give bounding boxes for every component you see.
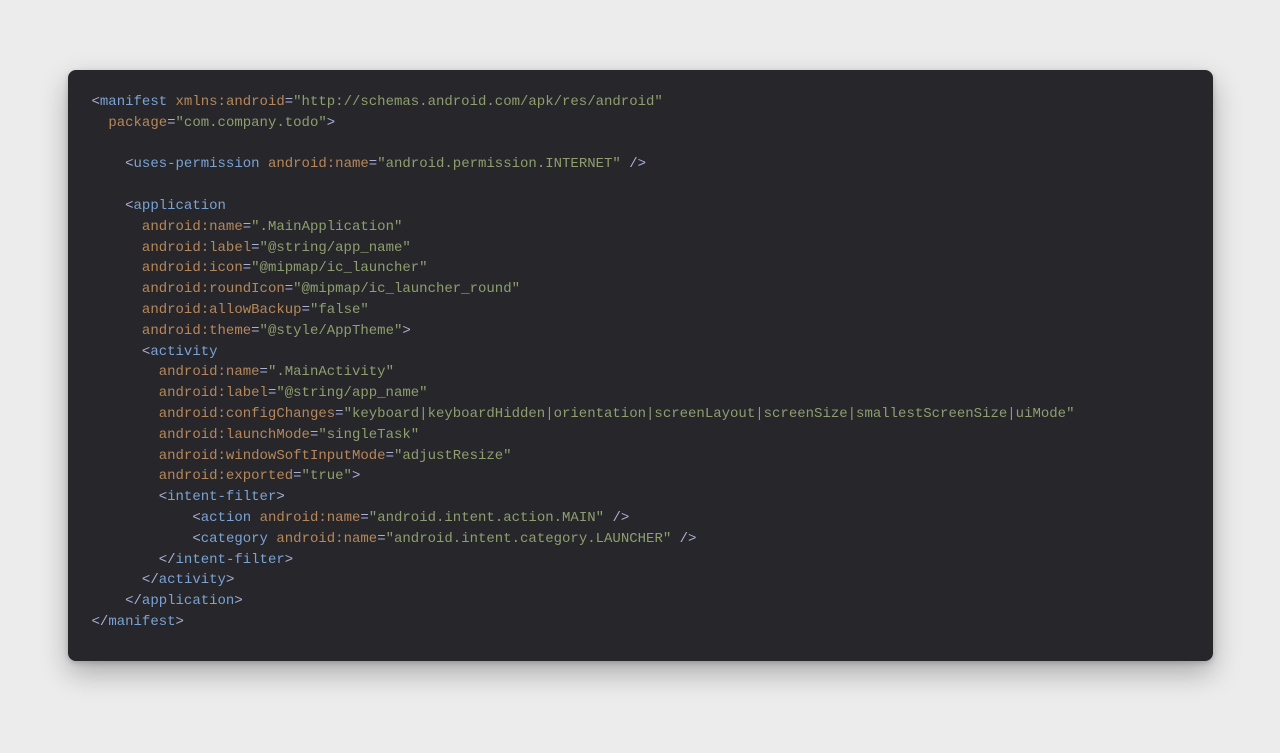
page-background: <manifest xmlns:android="http://schemas.… [0,0,1280,753]
code-block[interactable]: <manifest xmlns:android="http://schemas.… [68,70,1213,661]
code-content: <manifest xmlns:android="http://schemas.… [92,92,1189,633]
